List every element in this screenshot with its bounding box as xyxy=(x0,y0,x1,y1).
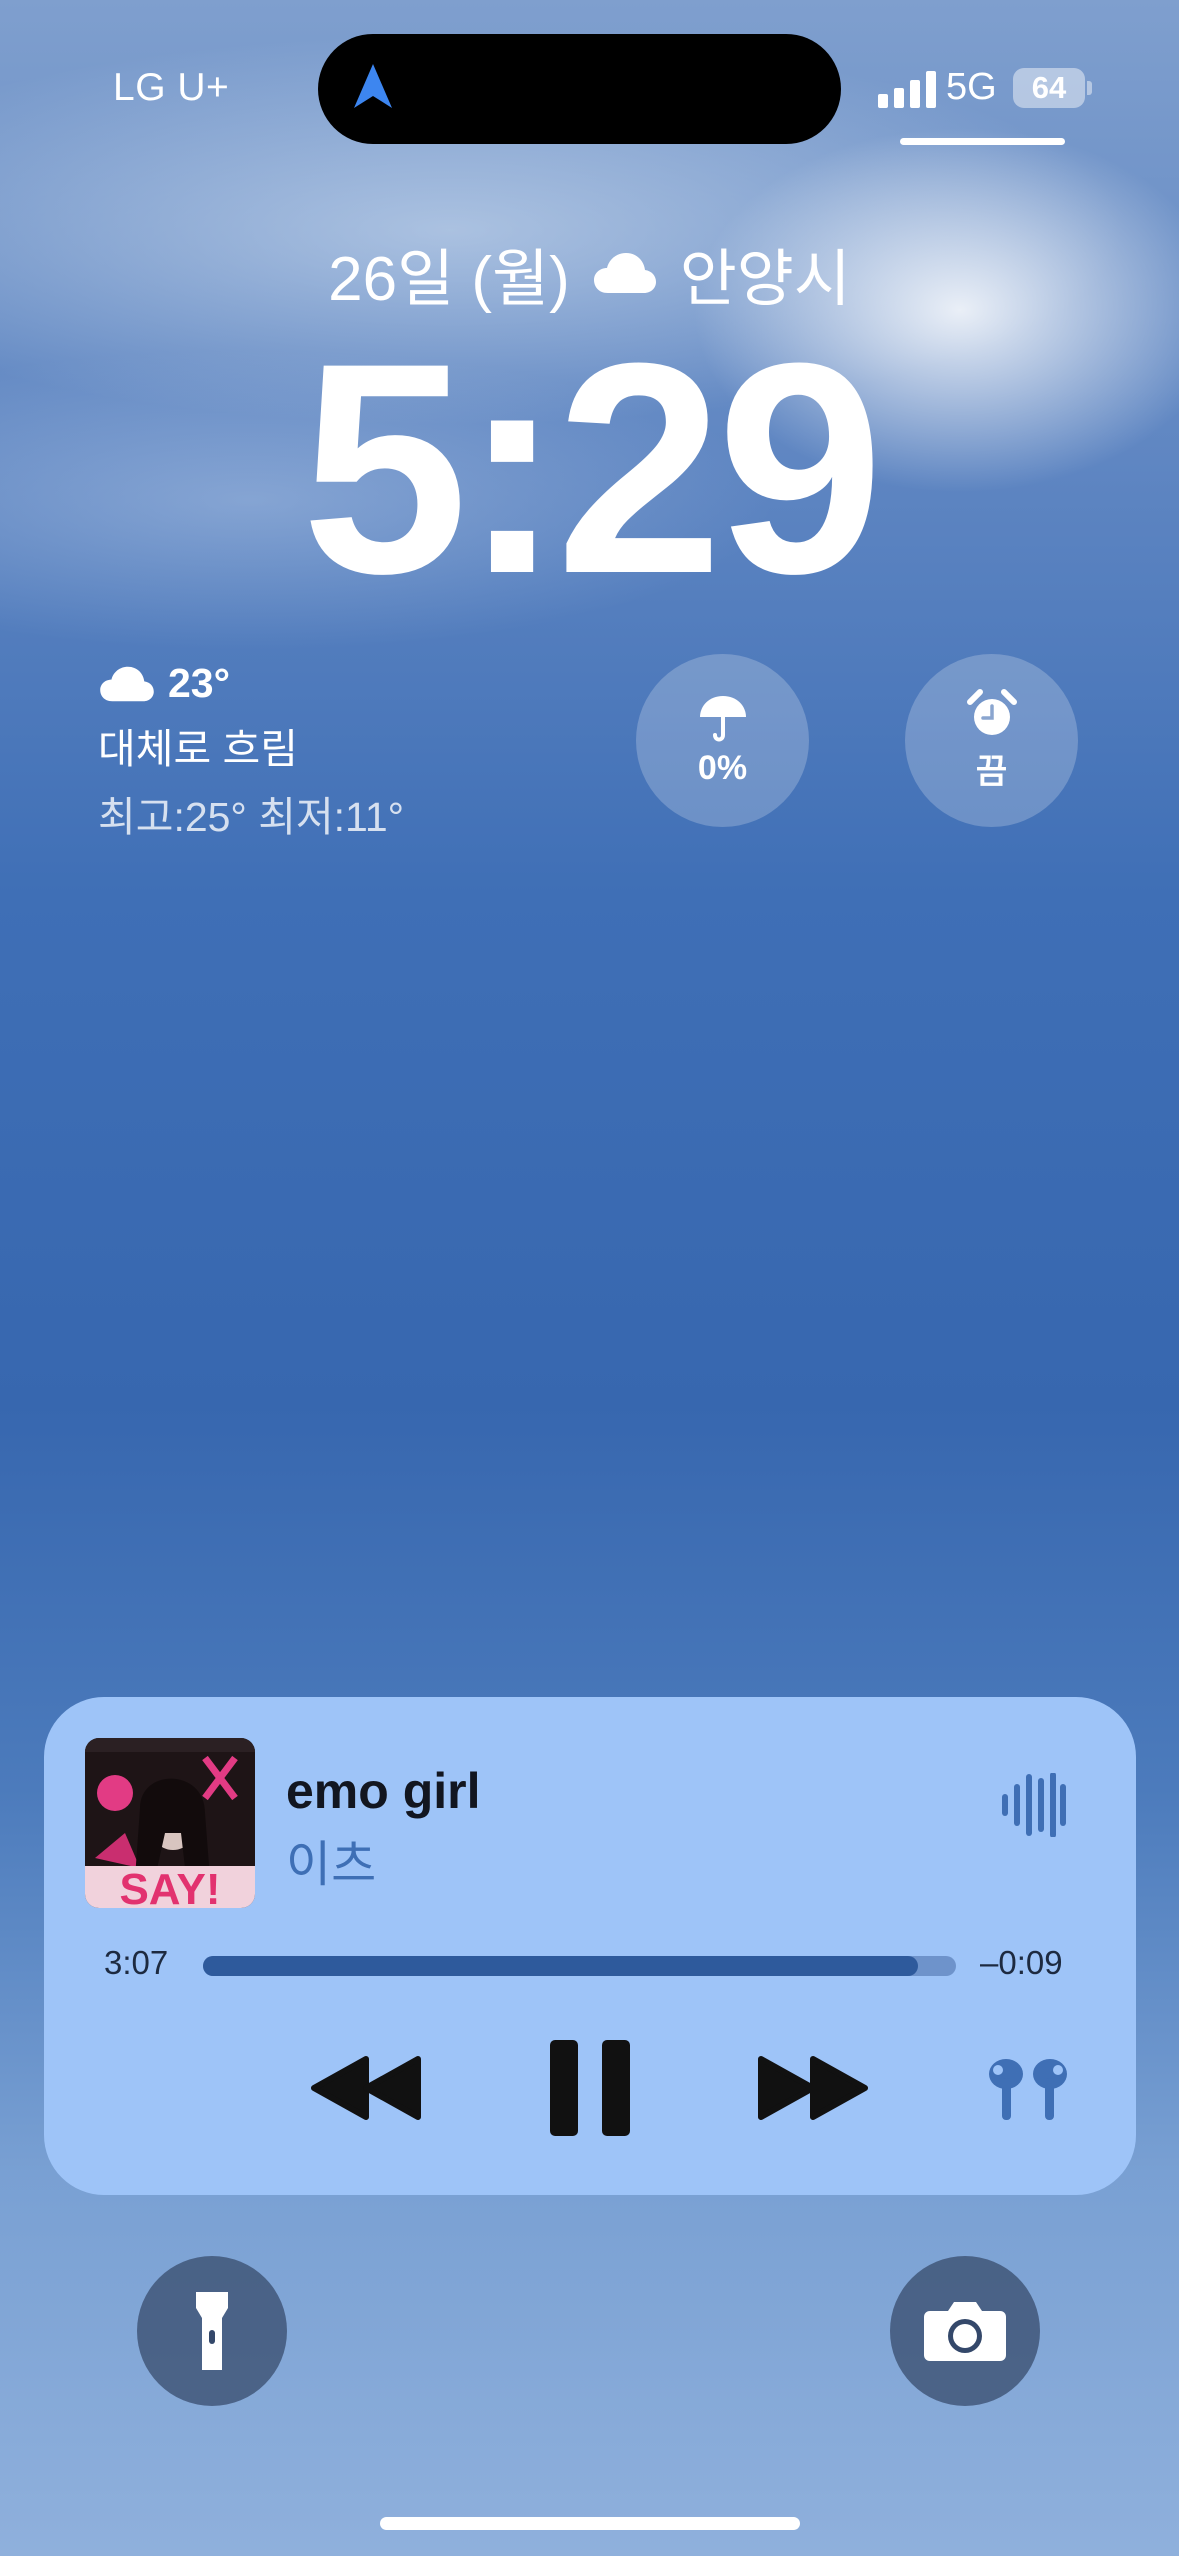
rewind-icon[interactable] xyxy=(310,2055,422,2121)
high-low-temperature: 최고:25° 최저:11° xyxy=(98,794,405,840)
umbrella-icon xyxy=(699,696,746,742)
song-title: emo girl xyxy=(286,1763,481,1819)
playback-scrubber[interactable] xyxy=(203,1956,956,1976)
album-art[interactable]: SAY! xyxy=(85,1738,255,1908)
remaining-time: –0:09 xyxy=(980,1944,1063,1981)
pause-icon[interactable] xyxy=(548,2038,632,2138)
weather-condition: 대체로 흐림 xyxy=(98,726,298,772)
airpods-icon[interactable] xyxy=(980,2056,1076,2122)
album-art-text: SAY! xyxy=(119,1865,220,1908)
fast-forward-icon[interactable] xyxy=(757,2055,869,2121)
audio-waveform-icon[interactable] xyxy=(1000,1773,1066,1837)
dynamic-island[interactable] xyxy=(318,34,841,144)
alarm-widget[interactable]: 끔 xyxy=(905,654,1078,827)
flashlight-button[interactable] xyxy=(137,2256,287,2406)
network-type: 5G xyxy=(946,66,997,108)
battery-icon: 64 xyxy=(1013,68,1092,108)
alarm-status: 끔 xyxy=(975,753,1008,791)
current-temperature: 23° xyxy=(168,660,231,706)
home-indicator[interactable] xyxy=(380,2517,800,2530)
rain-chance-value: 0% xyxy=(697,749,748,787)
alarm-clock-icon xyxy=(966,689,1017,735)
elapsed-time: 3:07 xyxy=(104,1944,169,1981)
carrier-label: LG U+ xyxy=(113,66,230,109)
flashlight-icon xyxy=(196,2292,228,2370)
rain-chance-widget[interactable]: 0% xyxy=(636,654,809,827)
artist-name: 이츠 xyxy=(286,1838,377,1892)
weather-widget[interactable]: 23° 대체로 흐림 최고:25° 최저:11° xyxy=(98,660,404,843)
camera-button[interactable] xyxy=(890,2256,1040,2406)
battery-level: 64 xyxy=(1031,70,1067,105)
camera-icon xyxy=(924,2302,1006,2361)
control-center-indicator[interactable] xyxy=(900,138,1065,145)
lock-clock[interactable]: 5:29 xyxy=(0,318,1179,618)
cloud-icon xyxy=(100,666,154,701)
playback-progress-fill xyxy=(203,1956,919,1976)
signal-strength-icon xyxy=(878,70,936,108)
cloud-icon xyxy=(593,253,656,293)
navigation-arrow-icon xyxy=(354,64,392,108)
